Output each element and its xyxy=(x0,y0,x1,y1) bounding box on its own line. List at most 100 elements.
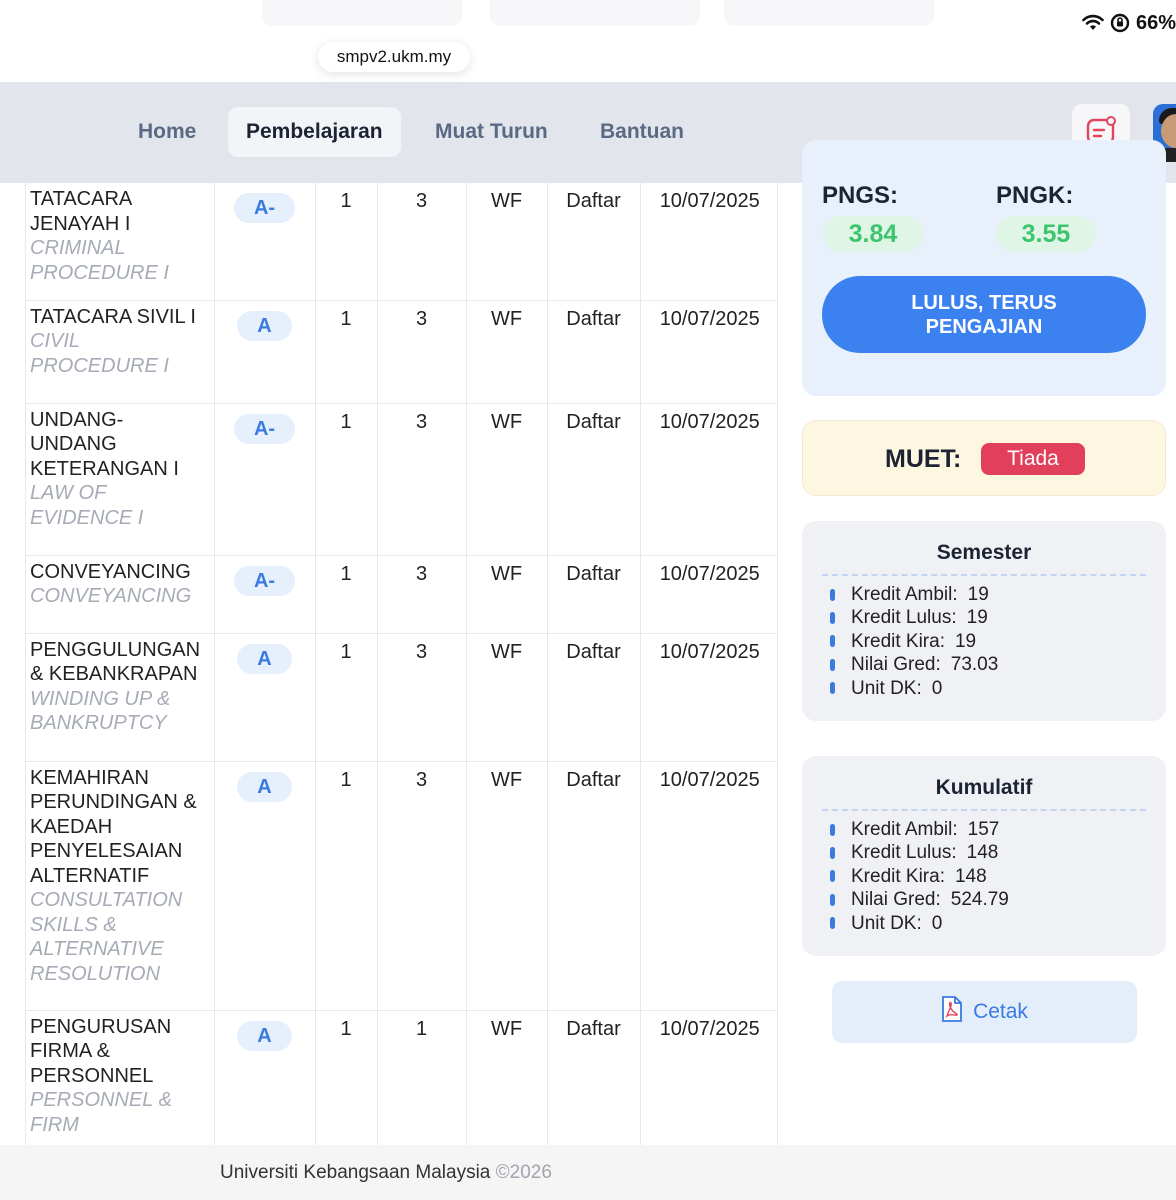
nav-pembelajaran[interactable]: Pembelajaran xyxy=(228,107,401,157)
footer-text: Universiti Kebangsaan Malaysia xyxy=(220,1162,491,1183)
stat-label: Kredit Kira: xyxy=(851,630,945,652)
credit-cell: 3 xyxy=(377,183,467,301)
course-name-cell: CONVEYANCING CONVEYANCING xyxy=(26,555,215,634)
date-cell: 10/07/2025 xyxy=(640,1010,777,1145)
table-row: PENGGULUNGAN & KEBANKRAPAN WINDING UP & B… xyxy=(26,633,777,762)
stat-label: Kredit Kira: xyxy=(851,865,945,887)
academic-status-button[interactable]: LULUS, TERUS PENGAJIAN xyxy=(822,276,1146,353)
course-name-en: PERSONNEL & FIRM xyxy=(30,1089,172,1136)
course-name-cell: TATACARA JENAYAH I CRIMINAL PROCEDURE I xyxy=(26,183,215,301)
pngs-value: 3.84 xyxy=(823,216,923,252)
results-table: TATACARA JENAYAH I CRIMINAL PROCEDURE I A-… xyxy=(25,183,778,1145)
print-button[interactable]: Cetak xyxy=(832,981,1137,1043)
course-name-ms: CONVEYANCING xyxy=(30,560,191,583)
course-name-en: LAW OF EVIDENCE I xyxy=(30,482,144,529)
footer: Universiti Kebangsaan Malaysia ©2026 xyxy=(0,1145,1176,1200)
bullet-icon xyxy=(830,893,835,906)
course-name-ms: PENGURUSAN FIRMA & PERSONNEL xyxy=(30,1015,172,1087)
stat-value: 148 xyxy=(954,865,987,887)
credit-cell: 3 xyxy=(377,555,467,634)
course-name-en: CRIMINAL PROCEDURE I xyxy=(30,237,169,284)
stat-label: Kredit Ambil: xyxy=(851,819,958,840)
nav-muat-turun[interactable]: Muat Turun xyxy=(417,107,566,157)
browser-tab[interactable] xyxy=(490,0,700,26)
bullet-icon xyxy=(830,870,835,883)
course-name-cell: KEMAHIRAN PERUNDINGAN & KAEDAH PENYELESA… xyxy=(26,761,215,1011)
stat-label: Nilai Gred: xyxy=(851,654,941,676)
stat-value: 19 xyxy=(954,630,977,652)
semester-card: Semester Kredit Ambil: 19 Kredit Lulus: 19 K… xyxy=(802,521,1166,721)
grade-cell: A xyxy=(214,761,316,1011)
browser-tab[interactable] xyxy=(724,0,934,26)
status-line-2: PENGAJIAN xyxy=(925,315,1043,338)
semester-stat-item: Kredit Kira: 19 xyxy=(830,630,998,653)
nav-bantuan[interactable]: Bantuan xyxy=(582,107,702,157)
grade-cell: A xyxy=(214,633,316,762)
wifi-icon xyxy=(1082,14,1104,32)
col1-cell: 1 xyxy=(315,761,378,1011)
col1-cell: 1 xyxy=(315,633,378,762)
semester-stats: Kredit Ambil: 19 Kredit Lulus: 19 Kredit Kir… xyxy=(830,583,998,700)
date-cell: 10/07/2025 xyxy=(640,555,777,634)
course-name-cell: UNDANG-UNDANG KETERANGAN I LAW OF EVIDENC… xyxy=(26,403,215,556)
bullet-icon xyxy=(830,823,835,836)
date-cell: 10/07/2025 xyxy=(640,300,777,404)
nav-home[interactable]: Home xyxy=(120,107,214,157)
mode-cell: WF xyxy=(466,633,548,762)
semester-stat-item: Kredit Lulus: 19 xyxy=(830,606,998,629)
credit-cell: 3 xyxy=(377,300,467,404)
table-row: TATACARA JENAYAH I CRIMINAL PROCEDURE I A-… xyxy=(26,183,777,301)
stat-value: 19 xyxy=(967,584,989,605)
bullet-icon xyxy=(830,847,835,860)
mode-cell: WF xyxy=(466,555,548,634)
mode-cell: WF xyxy=(466,761,548,1011)
course-name-cell: PENGURUSAN FIRMA & PERSONNEL PERSONNEL & … xyxy=(26,1010,215,1145)
stat-value: 0 xyxy=(931,677,943,699)
col1-cell: 1 xyxy=(315,555,378,634)
status-cell: Daftar xyxy=(547,761,641,1011)
status-cell: Daftar xyxy=(547,1010,641,1145)
kumulatif-stat-item: Kredit Lulus: 148 xyxy=(830,841,1009,864)
bullet-icon xyxy=(830,588,835,601)
pdf-icon xyxy=(941,996,963,1028)
grade-cell: A- xyxy=(214,183,316,301)
gpa-card: PNGS: 3.84 PNGK: 3.55 LULUS, TERUS PENGA… xyxy=(802,140,1166,396)
grade-badge: A xyxy=(237,643,292,674)
col1-cell: 1 xyxy=(315,183,378,301)
grade-badge: A xyxy=(237,1020,292,1051)
status-cell: Daftar xyxy=(547,555,641,634)
date-cell: 10/07/2025 xyxy=(640,403,777,556)
grade-badge: A xyxy=(237,771,292,802)
grade-badge: A xyxy=(237,310,292,341)
print-label: Cetak xyxy=(973,1000,1028,1023)
course-name-en: CONSULTATION SKILLS & ALTERNATIVE RESOLU… xyxy=(30,889,183,985)
browser-tab[interactable] xyxy=(262,0,462,26)
bullet-icon xyxy=(830,612,835,625)
course-name-ms: TATACARA JENAYAH I xyxy=(30,188,132,235)
bullet-icon xyxy=(830,682,835,695)
course-name-en: CONVEYANCING xyxy=(30,585,192,607)
mode-cell: WF xyxy=(466,1010,548,1145)
status-cell: Daftar xyxy=(547,300,641,404)
kumulatif-stats: Kredit Ambil: 157 Kredit Lulus: 148 Kredit K… xyxy=(830,818,1009,935)
grade-cell: A- xyxy=(214,555,316,634)
battery-percentage: 66% xyxy=(1135,11,1176,34)
semester-stat-item: Unit DK: 0 xyxy=(830,677,998,700)
table-row: UNDANG-UNDANG KETERANGAN I LAW OF EVIDENC… xyxy=(26,403,777,556)
course-name-ms: TATACARA SIVIL I xyxy=(30,305,196,328)
url-bar[interactable]: smpv2.ukm.my xyxy=(318,42,470,72)
course-name-cell: TATACARA SIVIL I CIVIL PROCEDURE I xyxy=(26,300,215,404)
footer-year: ©2026 xyxy=(495,1162,552,1183)
course-name-en: WINDING UP & BANKRUPTCY xyxy=(30,687,171,735)
credit-cell: 1 xyxy=(377,1010,467,1145)
col1-cell: 1 xyxy=(315,300,378,404)
stat-label: Unit DK: xyxy=(851,912,922,934)
kumulatif-card: Kumulatif Kredit Ambil: 157 Kredit Lulus: 1… xyxy=(802,756,1166,956)
browser-top-bar: smpv2.ukm.my 66% xyxy=(0,0,1176,82)
kumulatif-stat-item: Kredit Ambil: 157 xyxy=(830,818,1009,841)
kumulatif-title: Kumulatif xyxy=(935,776,1033,799)
semester-stat-item: Nilai Gred: 73.03 xyxy=(830,653,998,676)
table-row: TATACARA SIVIL I CIVIL PROCEDURE I A 1 3 WF Da… xyxy=(26,300,777,404)
grade-cell: A- xyxy=(214,403,316,556)
status-icons: 66% xyxy=(1082,8,1176,38)
